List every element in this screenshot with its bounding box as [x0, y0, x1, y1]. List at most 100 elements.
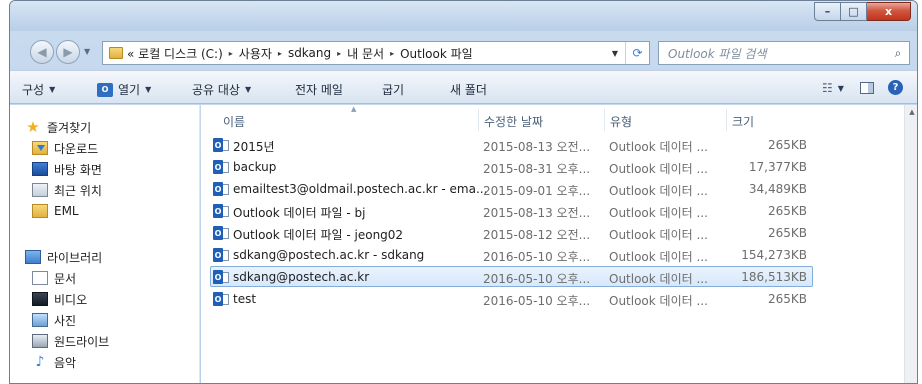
breadcrumb-users[interactable]: 사용자	[239, 45, 272, 62]
view-icon: ☷	[822, 81, 833, 95]
breadcrumb-separator-icon[interactable]: ▸	[229, 49, 233, 58]
file-type: Outlook 데이터 ...	[609, 294, 708, 308]
breadcrumb-separator-icon[interactable]: ▸	[278, 49, 282, 58]
file-name: Outlook 데이터 파일 - jeong02	[233, 228, 404, 242]
file-name: test	[233, 292, 257, 306]
sidebar-item-eml[interactable]: EML	[32, 202, 79, 220]
file-modified-date: 2015-09-01 오후...	[483, 184, 591, 198]
preview-pane-button[interactable]	[860, 82, 874, 94]
address-bar[interactable]: « 로컬 디스크 (C:) ▸ 사용자 ▸ sdkang ▸ 내 문서 ▸ Ou…	[102, 41, 650, 65]
view-options-button[interactable]: ☷ ▼	[822, 81, 844, 95]
email-button[interactable]: 전자 메일	[295, 81, 343, 98]
file-size: 265KB	[767, 226, 807, 240]
breadcrumb-separator-icon[interactable]: ▸	[390, 49, 394, 58]
file-modified-date: 2015-08-31 오후...	[483, 162, 591, 176]
breadcrumb-separator-icon[interactable]: ▸	[337, 49, 341, 58]
refresh-icon[interactable]: ⟳	[625, 42, 649, 64]
file-size: 17,377KB	[748, 160, 807, 174]
file-name: 2015년	[233, 140, 275, 154]
file-modified-date: 2016-05-10 오후...	[483, 272, 591, 286]
burn-label: 굽기	[382, 83, 405, 97]
caption-buttons: – □ x	[814, 2, 911, 21]
new-folder-button[interactable]: 새 폴더	[450, 81, 487, 98]
file-modified-date: 2016-05-10 오후...	[483, 250, 591, 264]
file-row[interactable]: O 2015년 2015-08-13 오전... Outlook 데이터 ... 265…	[210, 134, 813, 155]
sidebar-item-favorites[interactable]: ★ 즐겨찾기	[25, 118, 91, 136]
sidebar-item-downloads[interactable]: 다운로드	[32, 139, 98, 157]
sidebar-item-onedrive[interactable]: 원드라이브	[32, 332, 109, 350]
file-name: backup	[233, 160, 277, 174]
desktop-icon	[32, 162, 48, 176]
outlook-icon: O	[97, 82, 113, 97]
sidebar-item-music[interactable]: ♪ 음악	[32, 353, 77, 371]
search-input[interactable]: Outlook 파일 검색 ⌕	[658, 41, 910, 65]
sidebar-item-desktop[interactable]: 바탕 화면	[32, 160, 102, 178]
file-row[interactable]: Otest 2016-05-10 오후... Outlook 데이터 ... 265K…	[210, 288, 813, 309]
column-divider[interactable]	[478, 109, 479, 131]
chevron-down-icon: ▼	[49, 85, 56, 94]
search-placeholder: Outlook 파일 검색	[668, 46, 767, 61]
sidebar-item-label: 바탕 화면	[54, 162, 102, 177]
file-row[interactable]: O Outlook 데이터 파일 - jeong02 2015-08-12 오전..…	[210, 222, 813, 243]
file-type: Outlook 데이터 ...	[609, 228, 708, 242]
sidebar-item-label: 다운로드	[54, 141, 99, 156]
breadcrumb-local-disk[interactable]: « 로컬 디스크 (C:)	[127, 45, 223, 62]
open-button[interactable]: O 열기 ▼	[97, 81, 151, 98]
sidebar-item-videos[interactable]: 비디오	[32, 290, 87, 308]
scroll-up-arrow-icon[interactable]: ▲	[905, 105, 917, 119]
sidebar-item-recent-places[interactable]: 최근 위치	[32, 181, 102, 199]
breadcrumb-my-documents[interactable]: 내 문서	[347, 45, 384, 62]
email-label: 전자 메일	[295, 83, 343, 97]
close-button[interactable]: x	[867, 2, 911, 21]
column-header-modified[interactable]: 수정한 날짜	[484, 113, 543, 130]
sidebar-item-documents[interactable]: 문서	[32, 269, 76, 287]
burn-button[interactable]: 굽기	[382, 81, 404, 98]
title-bar[interactable]: – □ x	[10, 1, 917, 31]
back-button[interactable]: ◀	[30, 40, 54, 64]
column-header-size[interactable]: 크기	[732, 113, 754, 130]
column-divider[interactable]	[726, 109, 727, 131]
recent-pages-dropdown[interactable]: ▼	[84, 47, 92, 56]
folder-icon	[32, 204, 48, 218]
breadcrumb-sdkang[interactable]: sdkang	[288, 46, 331, 60]
forward-button[interactable]: ▶	[56, 40, 80, 64]
search-icon[interactable]: ⌕	[887, 46, 909, 61]
file-row[interactable]: O Outlook 데이터 파일 - bj 2015-08-13 오전... Outl…	[210, 200, 813, 221]
file-row[interactable]: Obackup 2015-08-31 오후... Outlook 데이터 ... 17…	[210, 156, 813, 177]
breadcrumb-outlook-files[interactable]: Outlook 파일	[400, 45, 473, 62]
help-icon: ?	[888, 80, 903, 95]
address-row: ◀ ▶ ▼ « 로컬 디스크 (C:) ▸ 사용자 ▸ sdkang ▸ 내 문…	[10, 37, 917, 65]
sidebar-item-label: 원드라이브	[54, 334, 110, 349]
file-row[interactable]: Oemailtest3@oldmail.postech.ac.kr - ema.…	[210, 178, 813, 199]
help-button[interactable]: ?	[888, 80, 903, 95]
file-size: 265KB	[767, 292, 807, 306]
chevron-down-icon: ▼	[145, 85, 152, 94]
share-label: 공유 대상	[192, 83, 240, 97]
minimize-button[interactable]: –	[814, 2, 841, 21]
column-header-type[interactable]: 유형	[610, 113, 632, 130]
videos-icon	[32, 292, 48, 306]
sidebar-item-label: EML	[54, 204, 79, 218]
column-header-name[interactable]: 이름	[223, 113, 245, 130]
file-row[interactable]: Osdkang@postech.ac.kr 2016-05-10 오후... Out…	[210, 266, 813, 287]
outlook-data-file-icon: O	[213, 160, 229, 174]
file-type: Outlook 데이터 ...	[609, 250, 708, 264]
maximize-button[interactable]: □	[841, 2, 867, 21]
share-menu[interactable]: 공유 대상 ▼	[192, 81, 251, 98]
address-dropdown-icon[interactable]: ▼	[607, 42, 623, 64]
file-row[interactable]: Osdkang@postech.ac.kr - sdkang 2016-05-10…	[210, 244, 813, 265]
file-modified-date: 2015-08-12 오전...	[483, 228, 591, 242]
column-divider[interactable]	[604, 109, 605, 131]
outlook-data-file-icon: O	[213, 138, 229, 152]
organize-menu[interactable]: 구성 ▼	[22, 81, 55, 98]
outlook-data-file-icon: O	[213, 292, 229, 306]
file-type: Outlook 데이터 ...	[609, 272, 708, 286]
sidebar-item-pictures[interactable]: 사진	[32, 311, 76, 329]
recent-places-icon	[32, 183, 48, 197]
sidebar-item-label: 음악	[54, 355, 77, 370]
sidebar-item-libraries[interactable]: 라이브러리	[25, 248, 102, 266]
vertical-scrollbar[interactable]: ▲	[904, 105, 917, 383]
file-list: ▲ 이름 수정한 날짜 유형 크기 O 2015년 2015-08-13 오전...…	[201, 105, 904, 383]
music-icon: ♪	[35, 354, 45, 370]
sidebar-item-label: 즐겨찾기	[47, 120, 92, 135]
